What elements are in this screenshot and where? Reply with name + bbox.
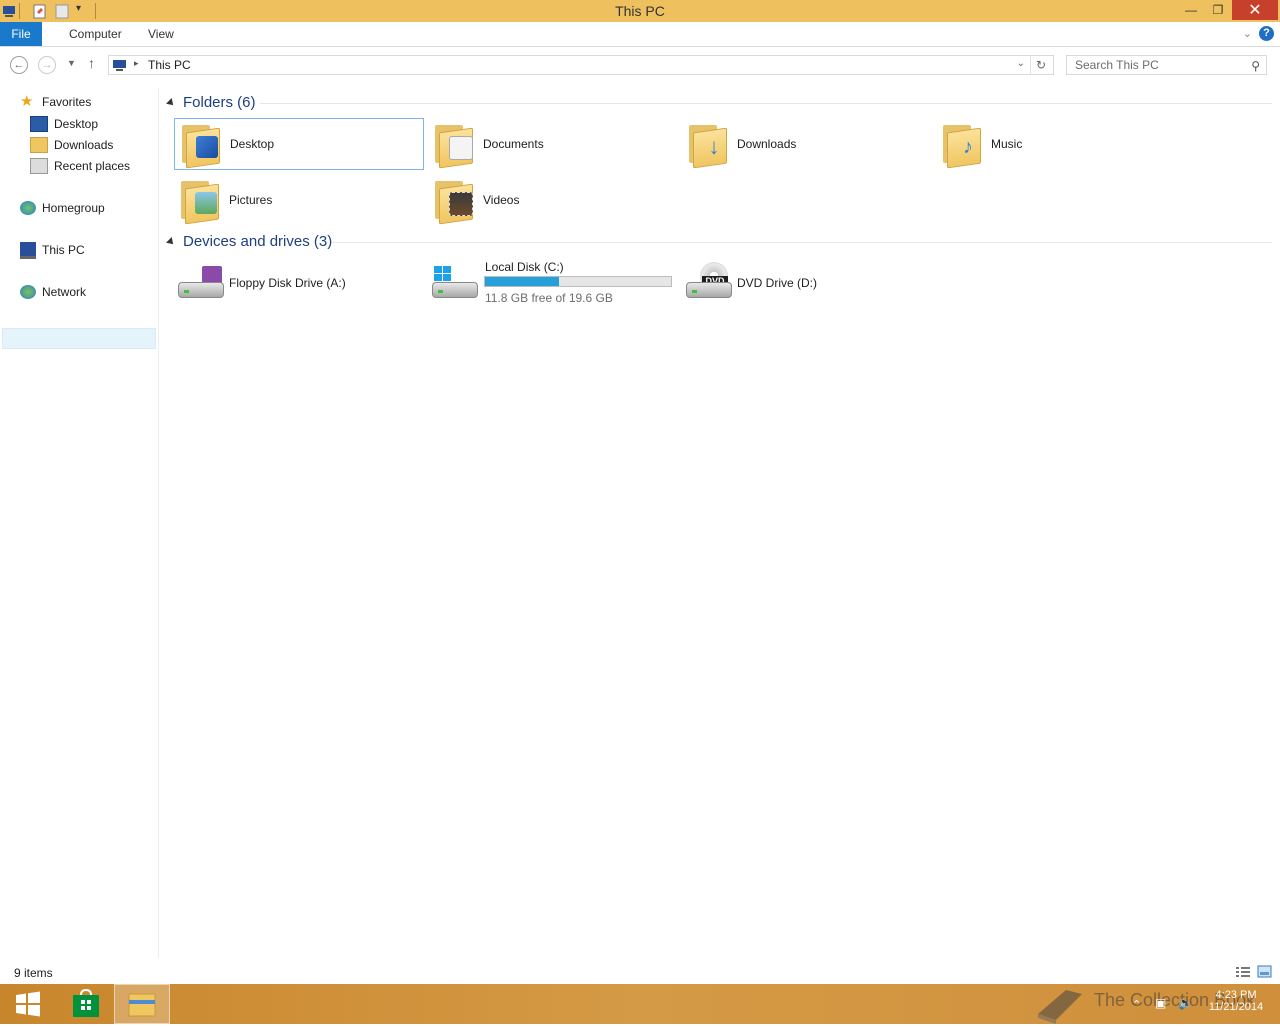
forward-button[interactable]: →: [38, 56, 56, 74]
local-disk-icon: [430, 260, 478, 306]
folder-tile-documents[interactable]: Documents: [428, 118, 678, 170]
tab-file[interactable]: File: [0, 22, 42, 46]
store-icon: [73, 989, 99, 1017]
address-bar[interactable]: ▸ This PC ⌄ ↻: [108, 55, 1054, 75]
help-icon[interactable]: ?: [1259, 26, 1274, 41]
folder-tile-music[interactable]: ♪ Music: [936, 118, 1186, 170]
network-tray-icon[interactable]: ▣: [1155, 996, 1166, 1010]
downloads-folder-icon: [30, 137, 48, 153]
windows-logo-icon: [434, 266, 451, 281]
drive-tile-dvd[interactable]: DVD DVD Drive (D:): [682, 257, 932, 309]
volume-icon[interactable]: 🔈: [1178, 996, 1193, 1010]
taskbar-file-explorer[interactable]: [114, 984, 170, 1024]
documents-folder-icon: [433, 122, 475, 169]
nav-selection-highlight: [2, 328, 156, 349]
search-input[interactable]: Search This PC ⚲: [1066, 55, 1267, 75]
window-title: This PC: [615, 3, 665, 19]
nav-this-pc[interactable]: This PC: [20, 240, 85, 260]
status-bar: 9 items: [0, 962, 1280, 984]
refresh-icon[interactable]: ↻: [1030, 56, 1051, 74]
group-divider: [260, 103, 1272, 104]
start-button[interactable]: [0, 984, 56, 1024]
collapse-arrow-icon[interactable]: [166, 236, 176, 247]
this-pc-icon: [20, 241, 36, 259]
large-icons-view-icon[interactable]: [1257, 965, 1273, 979]
title-bar: ▾ This PC — ❐ ✕: [0, 0, 1280, 22]
disk-usage-fill: [485, 277, 560, 286]
show-hidden-icons-icon[interactable]: ⌃: [1132, 998, 1141, 1011]
collapse-arrow-icon[interactable]: [166, 97, 176, 108]
desktop-folder-icon: [180, 122, 222, 169]
close-button[interactable]: ✕: [1232, 0, 1278, 20]
local-disk-free-space: 11.8 GB free of 19.6 GB: [485, 291, 613, 305]
clock-date: 11/21/2014: [1208, 1001, 1264, 1013]
taskbar: The Collection Book ⌃ ▣ 🔈 4:23 PM 11/21/…: [0, 984, 1280, 1024]
music-folder-icon: ♪: [941, 122, 983, 169]
group-header-folders[interactable]: Folders (6): [166, 94, 256, 111]
nav-network[interactable]: Network: [20, 282, 86, 302]
nav-item-downloads[interactable]: Downloads: [30, 135, 113, 155]
folder-tile-pictures[interactable]: Pictures: [174, 174, 424, 226]
up-button[interactable]: ↑: [88, 55, 95, 71]
disk-usage-bar: [484, 276, 672, 287]
clock-time: 4:23 PM: [1215, 989, 1257, 1001]
recent-places-icon: [30, 158, 48, 174]
nav-item-recent-places[interactable]: Recent places: [30, 156, 130, 176]
minimize-button[interactable]: —: [1178, 0, 1204, 20]
search-placeholder: Search This PC: [1075, 58, 1159, 72]
file-explorer-icon: [128, 993, 156, 1017]
clock[interactable]: 4:23 PM 11/21/2014: [1205, 989, 1267, 1013]
dvd-drive-icon: DVD: [684, 260, 732, 306]
details-view-icon[interactable]: [1235, 966, 1251, 978]
floppy-drive-icon: [176, 260, 224, 306]
local-disk-label: Local Disk (C:): [485, 260, 564, 274]
search-icon[interactable]: ⚲: [1251, 57, 1260, 75]
nav-homegroup[interactable]: Homegroup: [20, 198, 105, 218]
downloads-folder-icon: ↓: [687, 122, 729, 169]
breadcrumb-this-pc[interactable]: This PC: [148, 58, 191, 72]
pictures-folder-icon: [179, 178, 221, 225]
recent-locations-icon[interactable]: ▼: [67, 58, 76, 68]
item-count: 9 items: [14, 966, 53, 980]
ribbon-tabs: File Computer View ⌄ ?: [0, 22, 1280, 47]
star-icon: ★: [20, 93, 34, 110]
nav-favorites[interactable]: ★ Favorites: [20, 92, 91, 112]
network-icon: [20, 285, 36, 299]
desktop-icon: [30, 116, 48, 132]
folder-tile-videos[interactable]: Videos: [428, 174, 678, 226]
breadcrumb-chevron-icon[interactable]: ▸: [134, 58, 139, 69]
folder-tile-downloads[interactable]: ↓ Downloads: [682, 118, 932, 170]
nav-item-desktop[interactable]: Desktop: [30, 114, 98, 134]
drive-tile-floppy[interactable]: Floppy Disk Drive (A:): [174, 257, 424, 309]
videos-folder-icon: [433, 178, 475, 225]
tab-computer[interactable]: Computer: [57, 22, 134, 46]
homegroup-icon: [20, 201, 36, 215]
restore-button[interactable]: ❐: [1205, 0, 1231, 20]
taskbar-store[interactable]: [58, 984, 114, 1024]
address-dropdown-icon[interactable]: ⌄: [1017, 58, 1025, 69]
tab-view[interactable]: View: [136, 22, 186, 46]
back-button[interactable]: ←: [10, 56, 28, 74]
expand-ribbon-icon[interactable]: ⌄: [1243, 27, 1252, 40]
folder-tile-desktop[interactable]: Desktop: [174, 118, 424, 170]
group-header-devices[interactable]: Devices and drives (3): [166, 233, 332, 250]
this-pc-icon: [113, 60, 126, 71]
windows-start-icon: [16, 991, 40, 1017]
navigation-pane: ★ Favorites Desktop Downloads Recent pla…: [0, 88, 159, 958]
group-divider: [332, 242, 1272, 243]
